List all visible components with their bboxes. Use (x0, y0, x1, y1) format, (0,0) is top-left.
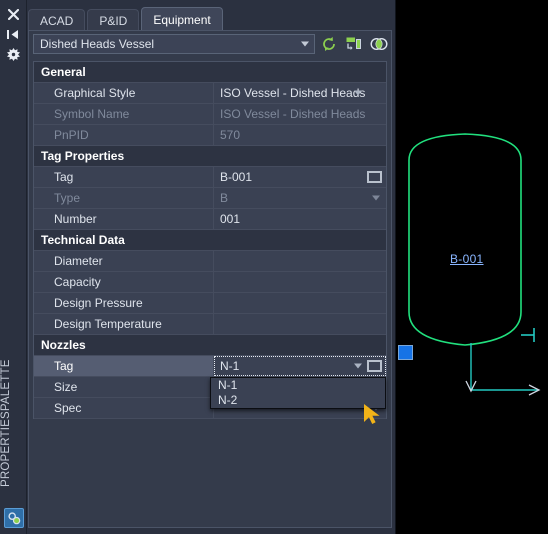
nozzle-tag-combobox[interactable]: N-1 (214, 356, 386, 376)
row-nozzle-tag[interactable]: Tag N-1 (34, 356, 386, 377)
property-grid: General Graphical Style ISO Vessel - Dis… (33, 61, 387, 419)
refresh-icon[interactable] (318, 34, 340, 54)
close-icon[interactable] (0, 4, 26, 24)
palette-tab-strip: ACAD P&ID Equipment (28, 5, 392, 31)
row-value[interactable]: 001 (214, 209, 386, 229)
row-value: B (214, 188, 386, 208)
palette-body: Dished Heads Vessel General Graphical St… (28, 30, 392, 528)
row-label: Graphical Style (34, 83, 214, 103)
value-text: 001 (220, 212, 241, 226)
row-value[interactable] (214, 251, 386, 271)
row-value[interactable]: B-001 (214, 167, 386, 187)
palette-side-strip: PROPERTIESPALETTE (0, 0, 27, 534)
row-label: Spec (34, 398, 214, 418)
row-number[interactable]: Number 001 (34, 209, 386, 230)
row-label: Design Pressure (34, 293, 214, 313)
group-header-technical-data[interactable]: Technical Data (34, 230, 386, 251)
row-design-temperature[interactable]: Design Temperature (34, 314, 386, 335)
overlap-circles-icon[interactable] (368, 34, 390, 54)
row-design-pressure[interactable]: Design Pressure (34, 293, 386, 314)
row-value: ISO Vessel - Dished Heads (214, 104, 386, 124)
value-text: B-001 (220, 170, 253, 184)
row-value: 570 (214, 125, 386, 145)
row-capacity[interactable]: Capacity (34, 272, 386, 293)
pick-arrow-cursor (364, 404, 380, 424)
group-header-general[interactable]: General (34, 62, 386, 83)
palette-title: PROPERTIESPALETTE (0, 359, 12, 487)
row-tag[interactable]: Tag B-001 (34, 167, 386, 188)
row-label: PnPID (34, 125, 214, 145)
row-label: Diameter (34, 251, 214, 271)
chevron-down-icon[interactable] (354, 363, 362, 369)
row-value[interactable] (214, 293, 386, 313)
tab-equipment[interactable]: Equipment (141, 7, 223, 31)
row-label: Symbol Name (34, 104, 214, 124)
browse-button-icon[interactable] (367, 360, 382, 372)
dropdown-option[interactable]: N-2 (211, 393, 385, 408)
object-type-combobox[interactable]: Dished Heads Vessel (33, 34, 315, 54)
value-text: ISO Vessel - Dished Heads (220, 86, 366, 100)
row-type: Type B (34, 188, 386, 209)
value-text: ISO Vessel - Dished Heads (220, 107, 366, 121)
chevron-down-icon (372, 195, 380, 201)
row-symbol-name: Symbol Name ISO Vessel - Dished Heads (34, 104, 386, 125)
row-label: Tag (34, 167, 214, 187)
vessel-outline (408, 133, 522, 346)
tab-acad[interactable]: ACAD (28, 9, 86, 31)
group-header-nozzles[interactable]: Nozzles (34, 335, 386, 356)
properties-menu-icon[interactable] (0, 44, 26, 64)
row-value[interactable]: ISO Vessel - Dished Heads (214, 83, 386, 103)
properties-palette-window: PROPERTIESPALETTE ACAD P&ID Equipment Di… (0, 0, 396, 534)
dropdown-option[interactable]: N-1 (211, 378, 385, 393)
row-label: Size (34, 377, 214, 397)
palette-options-icon[interactable] (4, 508, 24, 528)
value-text: N-1 (220, 359, 240, 373)
group-header-tag-properties[interactable]: Tag Properties (34, 146, 386, 167)
row-label: Design Temperature (34, 314, 214, 334)
row-label: Tag (34, 356, 214, 376)
equipment-tag-label[interactable]: B-001 (450, 252, 484, 266)
value-text: 570 (220, 128, 241, 142)
row-value[interactable] (214, 314, 386, 334)
row-diameter[interactable]: Diameter (34, 251, 386, 272)
quick-properties-icon[interactable] (343, 34, 365, 54)
auto-hide-icon[interactable] (0, 24, 26, 44)
row-value[interactable] (214, 272, 386, 292)
row-label: Capacity (34, 272, 214, 292)
object-selector-row: Dished Heads Vessel (29, 31, 391, 57)
tab-pid[interactable]: P&ID (87, 9, 140, 31)
row-pnpid: PnPID 570 (34, 125, 386, 146)
row-graphical-style[interactable]: Graphical Style ISO Vessel - Dished Head… (34, 83, 386, 104)
row-label: Type (34, 188, 214, 208)
nozzle-tag-dropdown-list[interactable]: N-1 N-2 (210, 377, 386, 409)
value-text: B (220, 191, 229, 205)
browse-button-icon[interactable] (367, 171, 382, 183)
selection-grip[interactable] (398, 345, 413, 360)
chevron-down-icon[interactable] (354, 90, 362, 96)
object-type-value: Dished Heads Vessel (40, 37, 155, 51)
chevron-down-icon (301, 41, 309, 47)
row-label: Number (34, 209, 214, 229)
